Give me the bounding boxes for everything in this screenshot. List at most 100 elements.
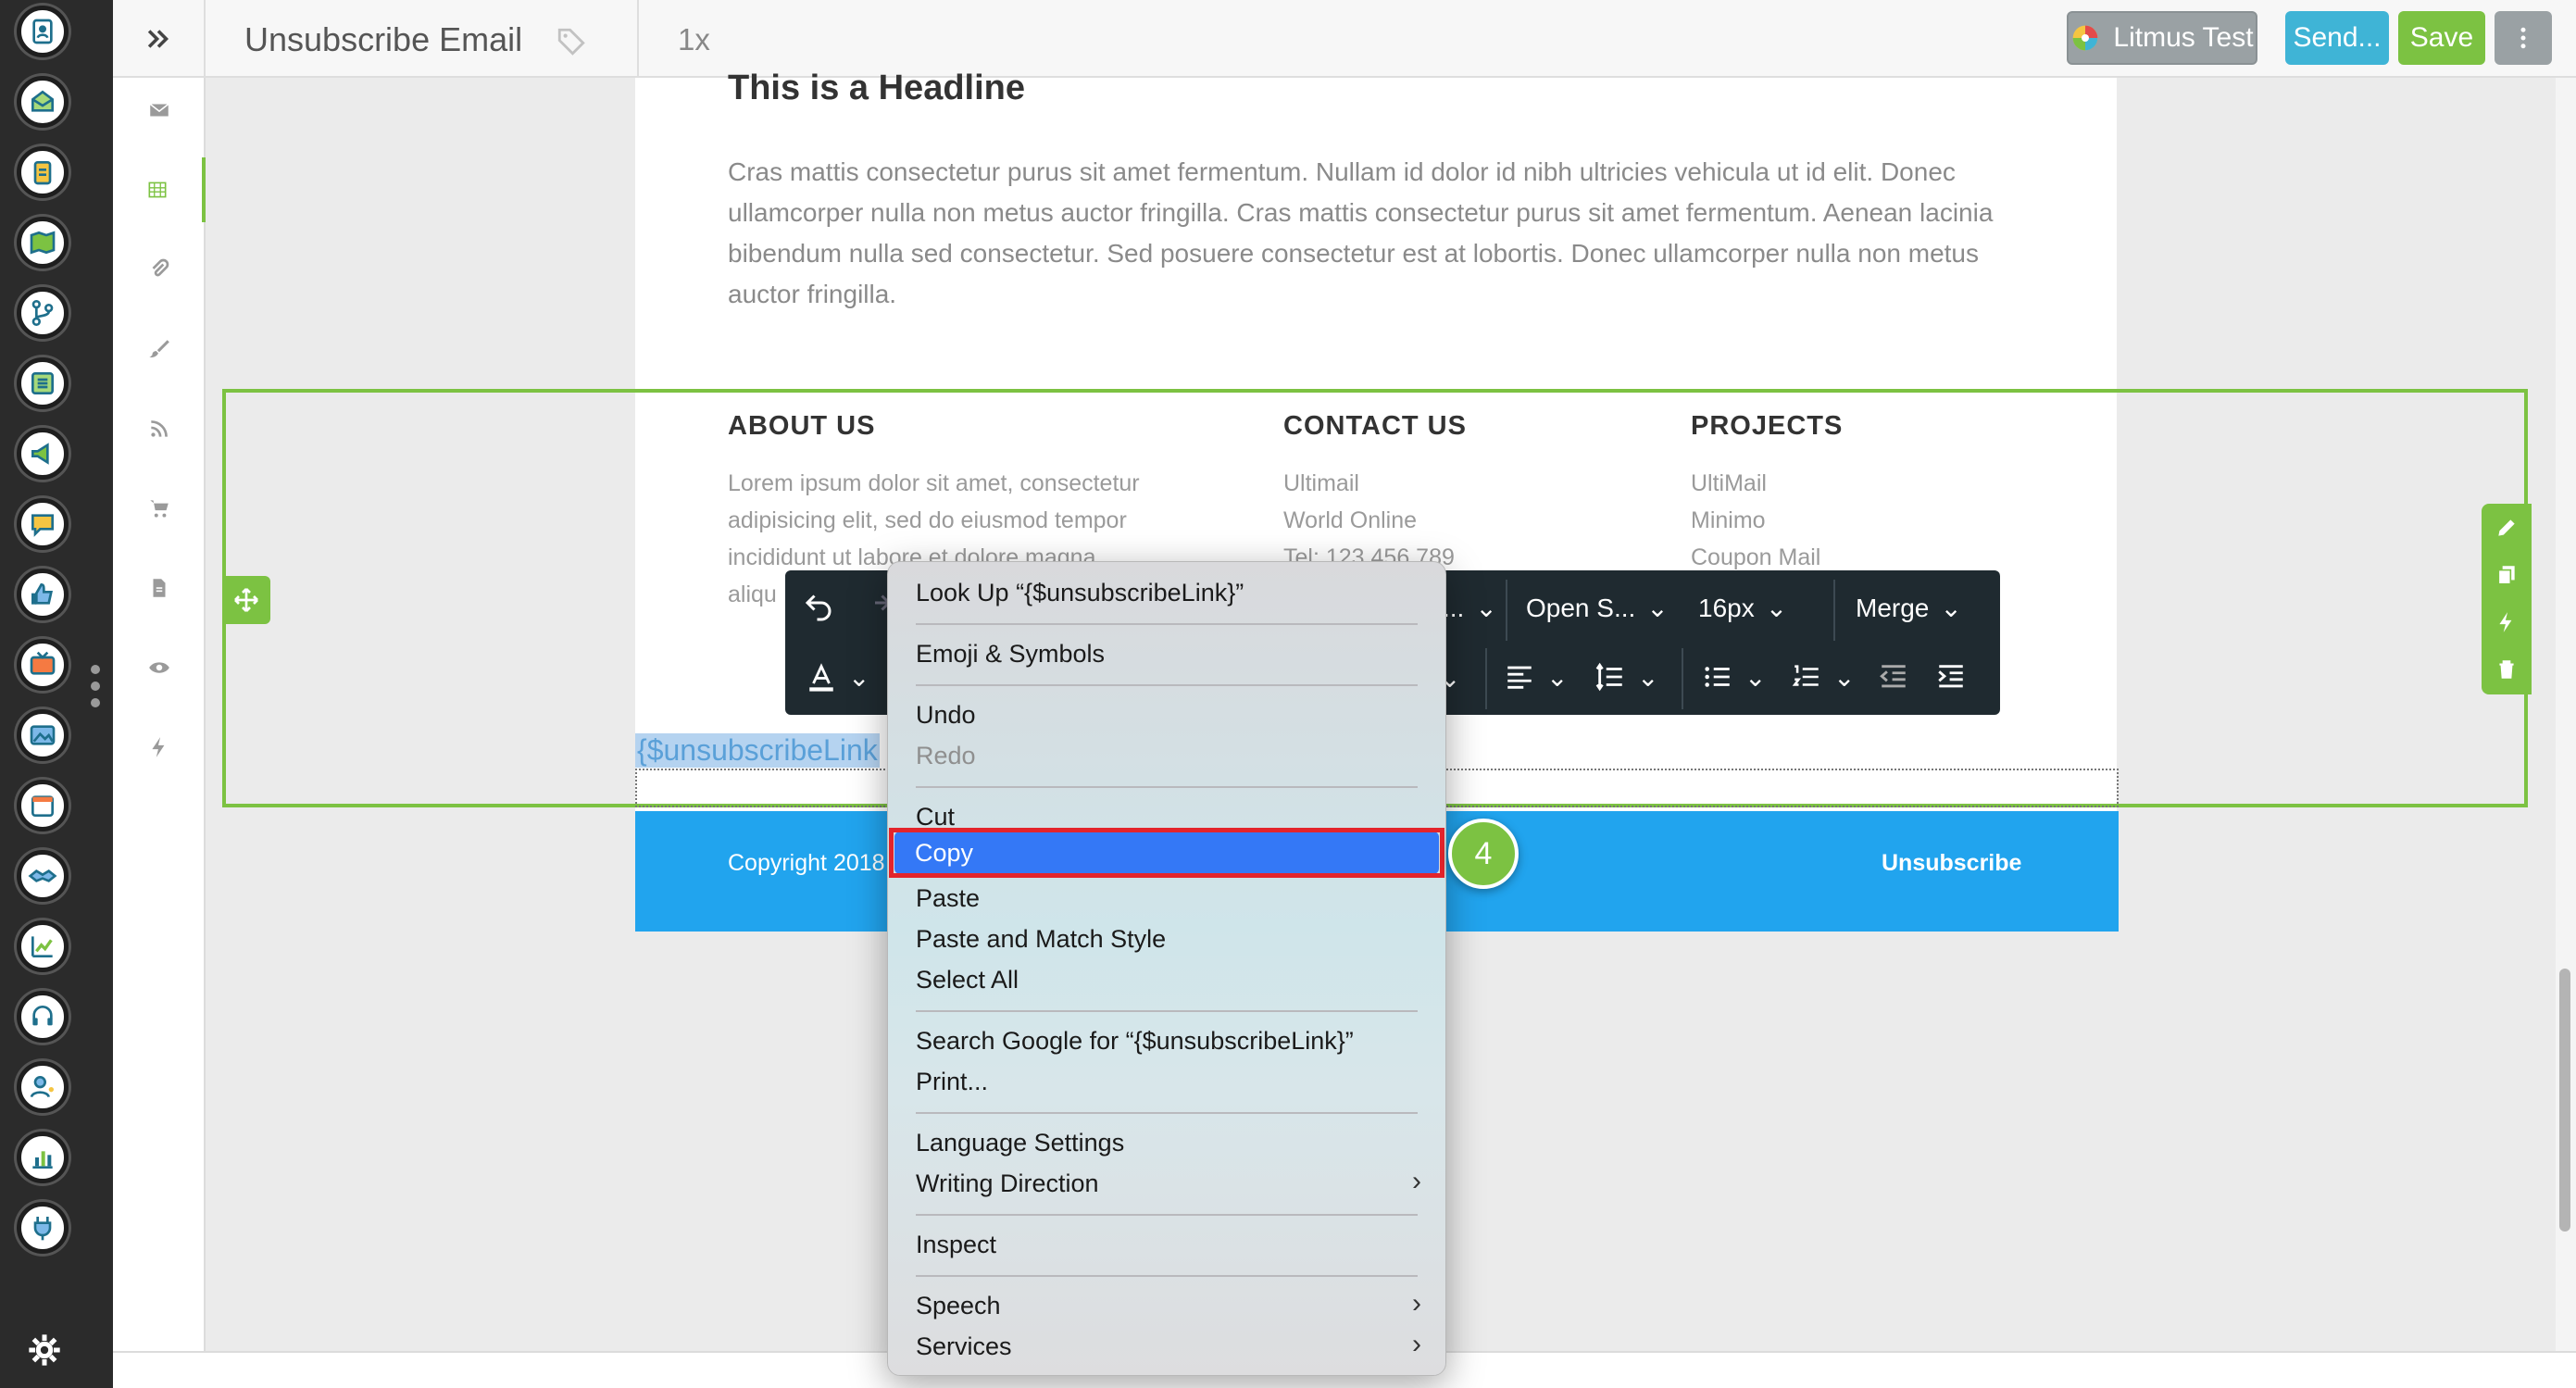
menu-emoji-symbols[interactable]: Emoji & Symbols — [916, 640, 1105, 669]
font-size-dropdown[interactable]: 16px ⌄ — [1698, 593, 1787, 623]
pencil-icon[interactable] — [2482, 504, 2532, 551]
merge-tags-dropdown[interactable]: Merge ⌄ — [1856, 593, 1962, 623]
unsubscribe-link[interactable]: Unsubscribe — [1882, 850, 2021, 877]
text-color-button[interactable]: ⌄ — [806, 661, 869, 693]
duplicate-icon[interactable] — [2482, 551, 2532, 598]
menu-language-settings[interactable]: Language Settings — [916, 1129, 1124, 1157]
megaphone-icon[interactable] — [17, 428, 69, 480]
line-height-dropdown[interactable]: ⌄ — [1594, 661, 1658, 693]
menu-paste-match-style[interactable]: Paste and Match Style — [916, 925, 1166, 954]
user-star-icon[interactable] — [17, 1061, 69, 1113]
growth-chart-icon[interactable] — [17, 920, 69, 972]
more-options-button[interactable] — [2495, 11, 2552, 65]
expand-sidebar-button[interactable] — [113, 0, 206, 78]
chevron-down-icon: ⌄ — [1744, 662, 1767, 692]
copyright-text[interactable]: Copyright 2018 — [728, 850, 885, 877]
plug-icon[interactable] — [17, 1202, 69, 1254]
chevron-down-icon: ⌄ — [1546, 662, 1569, 692]
contacts-icon[interactable] — [17, 6, 69, 57]
row-actions — [2482, 504, 2532, 694]
email-paragraph[interactable]: Cras mattis consectetur purus sit amet f… — [728, 152, 2024, 315]
move-row-handle[interactable] — [222, 576, 270, 624]
thumbs-up-icon[interactable] — [17, 569, 69, 620]
chevron-down-icon: ⌄ — [1637, 662, 1659, 692]
document-icon[interactable] — [113, 556, 206, 620]
envelope-icon[interactable] — [113, 78, 206, 143]
menu-separator — [916, 1214, 1418, 1216]
clipboard-icon[interactable] — [17, 146, 69, 198]
tv-icon[interactable] — [17, 639, 69, 691]
menu-select-all[interactable]: Select All — [916, 966, 1019, 994]
send-button[interactable]: Send... — [2285, 11, 2389, 65]
save-button[interactable]: Save — [2398, 11, 2485, 65]
rss-icon[interactable] — [113, 396, 206, 461]
indent-icon[interactable] — [1935, 661, 1967, 693]
image-icon[interactable] — [17, 709, 69, 761]
handshake-icon[interactable] — [17, 850, 69, 902]
cart-icon[interactable] — [113, 476, 206, 541]
font-style-dropdown[interactable]: ... ⌄ — [1443, 593, 1497, 623]
menu-separator — [916, 1275, 1418, 1277]
paperclip-icon[interactable] — [113, 237, 206, 302]
menu-services[interactable]: Services — [916, 1332, 1012, 1361]
line-height-icon — [1595, 662, 1622, 692]
align-dropdown[interactable]: ⌄ — [1504, 661, 1568, 693]
litmus-test-button[interactable]: Litmus Test — [2067, 11, 2257, 65]
numbered-list-dropdown[interactable]: ⌄ — [1791, 661, 1855, 693]
double-chevron-right-icon — [147, 30, 169, 48]
list-icon[interactable] — [17, 357, 69, 409]
calendar-icon[interactable] — [17, 780, 69, 832]
bullet-list-dropdown[interactable]: ⌄ — [1702, 661, 1766, 693]
menu-search-google[interactable]: Search Google for “{$unsubscribeLink}” — [916, 1027, 1354, 1056]
menu-separator — [916, 1112, 1418, 1114]
toolbar-divider — [1506, 580, 1507, 641]
numbered-list-icon — [1792, 665, 1819, 686]
litmus-test-label: Litmus Test — [2113, 22, 2254, 53]
menu-undo[interactable]: Undo — [916, 701, 976, 730]
move-arrows-icon — [234, 588, 258, 612]
inbox-icon[interactable] — [17, 76, 69, 128]
branch-icon[interactable] — [17, 287, 69, 339]
trash-icon[interactable] — [2482, 645, 2532, 693]
copy-highlight-annotation — [889, 828, 1444, 878]
outdent-icon[interactable] — [1878, 661, 1909, 693]
tag-icon[interactable] — [556, 26, 587, 57]
brush-icon[interactable] — [113, 317, 206, 381]
menu-speech[interactable]: Speech — [916, 1292, 1001, 1320]
chevron-right-icon: › — [1412, 1329, 1421, 1359]
chevron-down-icon: ⌄ — [1940, 594, 1962, 622]
email-headline[interactable]: This is a Headline — [728, 69, 1025, 108]
menu-inspect[interactable]: Inspect — [916, 1231, 996, 1259]
page-title[interactable]: Unsubscribe Email — [244, 20, 522, 59]
grid-icon[interactable] — [113, 157, 206, 222]
map-icon[interactable] — [17, 217, 69, 269]
undo-icon[interactable] — [802, 589, 835, 622]
bolt-icon[interactable] — [113, 715, 206, 780]
bolt-icon[interactable] — [2482, 598, 2532, 645]
vertical-dots-icon — [2520, 27, 2526, 49]
chat-icon[interactable] — [17, 498, 69, 550]
rail-resize-handle[interactable] — [91, 665, 102, 717]
chevron-right-icon: › — [1412, 1288, 1421, 1319]
menu-look-up[interactable]: Look Up “{$unsubscribeLink}” — [916, 579, 1244, 607]
text-color-icon — [809, 663, 833, 692]
menu-print[interactable]: Print... — [916, 1068, 988, 1096]
bullet-list-icon — [1705, 667, 1730, 687]
menu-separator — [916, 786, 1418, 788]
header-divider — [637, 0, 639, 78]
toolbar-divider — [1485, 648, 1487, 709]
menu-paste[interactable]: Paste — [916, 884, 980, 913]
support-headset-icon[interactable] — [17, 991, 69, 1043]
selected-merge-tag[interactable]: {$unsubscribeLink — [635, 733, 880, 768]
step-number-badge: 4 — [1448, 819, 1519, 889]
font-family-dropdown[interactable]: Open S... ⌄ — [1526, 593, 1669, 623]
eye-icon[interactable] — [113, 635, 206, 700]
zoom-level[interactable]: 1x — [678, 22, 710, 57]
merge-label: Merge — [1856, 593, 1930, 622]
menu-redo: Redo — [916, 742, 976, 769]
chevron-down-icon: ⌄ — [1475, 594, 1497, 622]
gear-icon[interactable] — [26, 1332, 63, 1369]
scrollbar-thumb[interactable] — [2559, 969, 2570, 1232]
bar-chart-icon[interactable] — [17, 1132, 69, 1183]
menu-writing-direction[interactable]: Writing Direction — [916, 1169, 1099, 1198]
